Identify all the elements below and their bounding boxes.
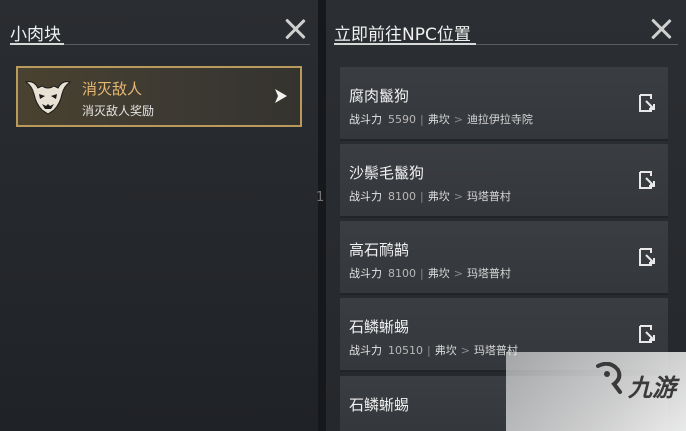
go-to-location-icon[interactable] bbox=[638, 93, 656, 113]
npc-name: 石鳞蜥蜴 bbox=[349, 318, 410, 336]
jiuyou-logo-icon bbox=[596, 362, 622, 394]
separator: | bbox=[420, 190, 424, 203]
separator: | bbox=[420, 267, 424, 280]
region: 弗坎 bbox=[434, 344, 457, 357]
divider-number: 1 bbox=[316, 190, 325, 205]
npc-list-item[interactable]: 高石鸸鹋 战斗力 8100 | 弗坎 > 玛塔普村 bbox=[340, 221, 668, 295]
region: 弗坎 bbox=[427, 190, 450, 203]
go-to-location-icon[interactable] bbox=[638, 170, 656, 190]
watermark: 九游 bbox=[506, 352, 686, 431]
arrow-separator: > bbox=[453, 267, 463, 280]
separator: | bbox=[420, 113, 424, 126]
power-value: 8100 bbox=[388, 190, 416, 203]
npc-name: 腐肉鬣狗 bbox=[349, 87, 410, 105]
separator: | bbox=[427, 344, 431, 357]
arrow-separator: > bbox=[453, 190, 463, 203]
power-value: 8100 bbox=[388, 267, 416, 280]
power-label: 战斗力 bbox=[349, 344, 382, 357]
npc-info: 战斗力 10510 | 弗坎 > 玛塔普村 bbox=[349, 342, 518, 358]
power-label: 战斗力 bbox=[349, 190, 382, 203]
npc-name: 沙鬃毛鬣狗 bbox=[349, 164, 425, 182]
npc-info: 战斗力 5590 | 弗坎 > 迪拉伊拉寺院 bbox=[349, 111, 533, 127]
power-label: 战斗力 bbox=[349, 267, 382, 280]
go-to-location-icon[interactable] bbox=[638, 324, 656, 344]
npc-list-item[interactable]: 沙鬃毛鬣狗 战斗力 8100 | 弗坎 > 玛塔普村 bbox=[340, 144, 668, 218]
chevron-right-icon bbox=[275, 89, 287, 103]
left-panel: 小肉块 消灭敌人 消灭敌人奖励 bbox=[0, 0, 318, 431]
close-icon[interactable] bbox=[282, 16, 308, 42]
power-value: 10510 bbox=[388, 344, 423, 357]
npc-list-item[interactable]: 腐肉鬣狗 战斗力 5590 | 弗坎 > 迪拉伊拉寺院 bbox=[340, 67, 668, 141]
power-label: 战斗力 bbox=[349, 113, 382, 126]
demon-mask-icon bbox=[24, 81, 72, 115]
title-underline-highlight bbox=[10, 43, 64, 45]
title-underline-highlight bbox=[334, 43, 476, 45]
panel-divider bbox=[318, 0, 326, 431]
power-value: 5590 bbox=[388, 113, 416, 126]
quest-card[interactable]: 消灭敌人 消灭敌人奖励 bbox=[16, 66, 302, 127]
location: 玛塔普村 bbox=[466, 267, 511, 280]
npc-info: 战斗力 8100 | 弗坎 > 玛塔普村 bbox=[349, 265, 511, 281]
location: 迪拉伊拉寺院 bbox=[466, 113, 533, 126]
npc-name: 高石鸸鹋 bbox=[349, 241, 410, 259]
watermark-text: 九游 bbox=[628, 374, 676, 402]
quest-subtitle: 消灭敌人奖励 bbox=[82, 104, 155, 118]
arrow-separator: > bbox=[453, 113, 463, 126]
npc-name: 石鳞蜥蜴 bbox=[349, 396, 410, 414]
npc-info: 战斗力 8100 | 弗坎 > 玛塔普村 bbox=[349, 188, 511, 204]
location: 玛塔普村 bbox=[466, 190, 511, 203]
close-icon[interactable] bbox=[648, 16, 674, 42]
quest-title: 消灭敌人 bbox=[82, 80, 143, 98]
panel-title: 小肉块 bbox=[10, 25, 61, 45]
arrow-separator: > bbox=[460, 344, 470, 357]
region: 弗坎 bbox=[427, 267, 450, 280]
go-to-location-icon[interactable] bbox=[638, 247, 656, 267]
region: 弗坎 bbox=[427, 113, 450, 126]
panel-title: 立即前往NPC位置 bbox=[334, 25, 471, 45]
